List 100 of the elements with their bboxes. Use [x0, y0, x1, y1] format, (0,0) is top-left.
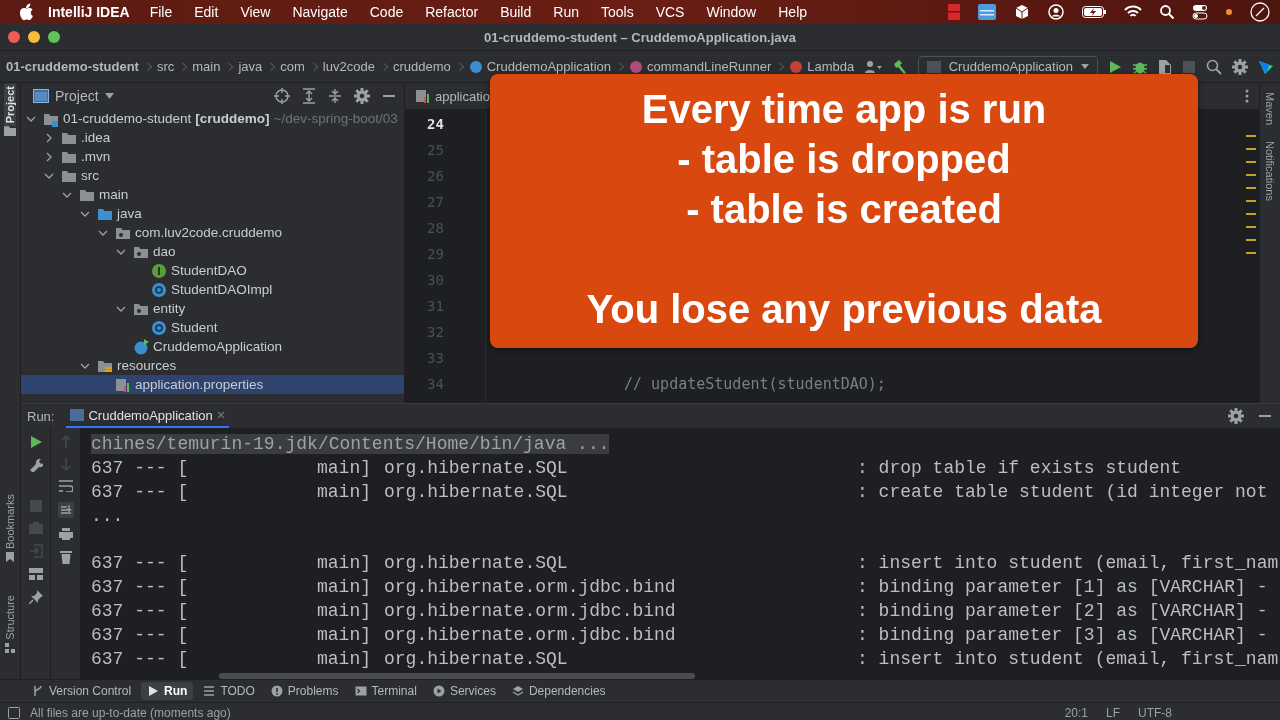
menu-item[interactable]: VCS — [655, 4, 685, 20]
breadcrumb[interactable]: com — [280, 59, 305, 74]
settings-icon[interactable] — [354, 88, 370, 104]
tree-item[interactable]: entity — [21, 299, 404, 318]
collapse-all-icon[interactable] — [328, 88, 342, 104]
coverage-icon[interactable] — [1158, 58, 1172, 75]
tool-window-tab[interactable]: Structure — [4, 592, 16, 643]
breadcrumb[interactable]: Lambda — [789, 59, 855, 74]
chevron-icon[interactable] — [44, 132, 54, 143]
menu-item[interactable]: Code — [369, 4, 404, 20]
warning-marker[interactable] — [1246, 200, 1256, 202]
menu-item[interactable]: File — [149, 4, 173, 20]
structure-icon[interactable] — [5, 643, 15, 653]
tool-tab[interactable]: Version Control — [26, 682, 138, 700]
user-icon[interactable] — [1048, 4, 1064, 20]
settings-icon[interactable] — [1232, 58, 1248, 75]
scroll-to-end-icon[interactable] — [57, 502, 74, 518]
maximize-window-icon[interactable] — [48, 31, 60, 43]
chevron-icon[interactable] — [44, 151, 54, 162]
panel-title[interactable]: Project — [55, 88, 99, 104]
tool-tab[interactable]: Run — [141, 682, 194, 700]
menu-item[interactable]: View — [240, 4, 271, 20]
tree-item[interactable]: resources — [21, 356, 404, 375]
tool-tab[interactable]: Terminal — [348, 682, 423, 700]
breadcrumb[interactable]: 01-cruddemo-student — [6, 59, 139, 74]
warning-marker[interactable] — [1246, 174, 1256, 176]
menu-item[interactable]: Build — [500, 4, 532, 20]
tool-window-tab[interactable]: Maven — [1264, 89, 1276, 129]
tool-window-tab[interactable]: Notifications — [1264, 138, 1276, 204]
menu-item[interactable]: Help — [778, 4, 808, 20]
status-item[interactable]: 20:1 — [1064, 706, 1088, 720]
plugin-logo-icon[interactable] — [1258, 58, 1274, 75]
console-tab[interactable]: CruddemoApplication — [66, 404, 229, 428]
tree-item[interactable]: StudentDAO — [21, 261, 404, 280]
breadcrumb[interactable]: CruddemoApplication — [468, 59, 611, 74]
breadcrumb[interactable]: main — [192, 59, 221, 74]
tree-item[interactable]: com.luv2code.cruddemo — [21, 223, 404, 242]
tree-item[interactable]: src — [21, 166, 404, 185]
more-icon[interactable] — [1245, 89, 1249, 103]
run-icon[interactable] — [1108, 59, 1122, 74]
tree-item[interactable]: main — [21, 185, 404, 204]
warning-marker[interactable] — [1246, 213, 1256, 215]
menu-item[interactable]: Tools — [600, 4, 634, 20]
print-icon[interactable] — [58, 528, 73, 540]
tree-item[interactable]: 01-cruddemo-student [cruddemo] ~/dev-spring-boot/03 — [21, 109, 404, 128]
bookmark-icon[interactable] — [5, 552, 15, 563]
warning-marker[interactable] — [1246, 226, 1256, 228]
window-icon[interactable] — [978, 4, 996, 20]
trash-icon[interactable] — [59, 550, 72, 564]
panel-toggle-icon[interactable] — [8, 707, 20, 719]
warning-marker[interactable] — [1246, 148, 1256, 150]
menu-item[interactable]: Run — [553, 4, 579, 20]
locate-icon[interactable] — [274, 88, 290, 104]
tree-item[interactable]: dao — [21, 242, 404, 261]
tool-tab[interactable]: Problems — [264, 682, 345, 700]
tool-tab[interactable]: Dependencies — [505, 682, 612, 700]
close-window-icon[interactable] — [8, 31, 20, 43]
app-name[interactable]: IntelliJ IDEA — [48, 4, 130, 20]
hammer-icon[interactable] — [891, 58, 908, 75]
run-icon[interactable] — [29, 436, 42, 448]
warning-marker[interactable] — [1246, 239, 1256, 241]
menu-item[interactable]: Edit — [194, 4, 219, 20]
tree-item[interactable]: CruddemoApplication — [21, 337, 404, 356]
soft-wrap-icon[interactable] — [58, 480, 73, 492]
close-icon[interactable] — [216, 411, 225, 419]
caret-icon[interactable] — [104, 93, 114, 99]
tool-window-tab[interactable]: Bookmarks — [4, 491, 16, 553]
warning-marker[interactable] — [1246, 135, 1256, 137]
status-item[interactable]: LF — [1106, 706, 1120, 720]
menu-item[interactable]: Refactor — [425, 4, 479, 20]
search-icon[interactable] — [1160, 5, 1174, 19]
breadcrumb[interactable]: java — [238, 59, 263, 74]
tool-tab[interactable]: TODO — [197, 682, 261, 700]
warning-marker[interactable] — [1246, 252, 1256, 254]
tree-item[interactable]: .idea — [21, 128, 404, 147]
battery-icon[interactable] — [1082, 6, 1106, 18]
breadcrumb[interactable]: cruddemo — [392, 59, 451, 74]
tree-item[interactable]: java — [21, 204, 404, 223]
menu-item[interactable]: Window — [706, 4, 757, 20]
tool-window-tab[interactable]: Project — [4, 83, 16, 127]
expand-all-icon[interactable] — [302, 88, 316, 104]
tree-item[interactable]: application.properties — [21, 375, 404, 394]
breadcrumb[interactable]: luv2code — [322, 59, 375, 74]
menu-item[interactable]: Navigate — [292, 4, 348, 20]
tree-item[interactable]: StudentDAOImpl — [21, 280, 404, 299]
user-icon[interactable] — [863, 59, 882, 74]
wrench-icon[interactable] — [28, 458, 43, 472]
breadcrumb[interactable]: commandLineRunner — [629, 59, 772, 74]
tree-item[interactable]: .mvn — [21, 147, 404, 166]
breadcrumb[interactable]: src — [156, 59, 175, 74]
warning-marker[interactable] — [1246, 161, 1256, 163]
cube-icon[interactable] — [1014, 4, 1030, 20]
wifi-icon[interactable] — [1124, 5, 1142, 19]
tool-tab[interactable]: Services — [426, 682, 502, 700]
minimize-window-icon[interactable] — [28, 31, 40, 43]
warning-marker[interactable] — [1246, 187, 1256, 189]
tree-item[interactable]: Student — [21, 318, 404, 337]
layout-icon[interactable] — [28, 568, 43, 580]
scrollbar[interactable] — [219, 673, 695, 679]
pin-icon[interactable] — [28, 590, 43, 604]
